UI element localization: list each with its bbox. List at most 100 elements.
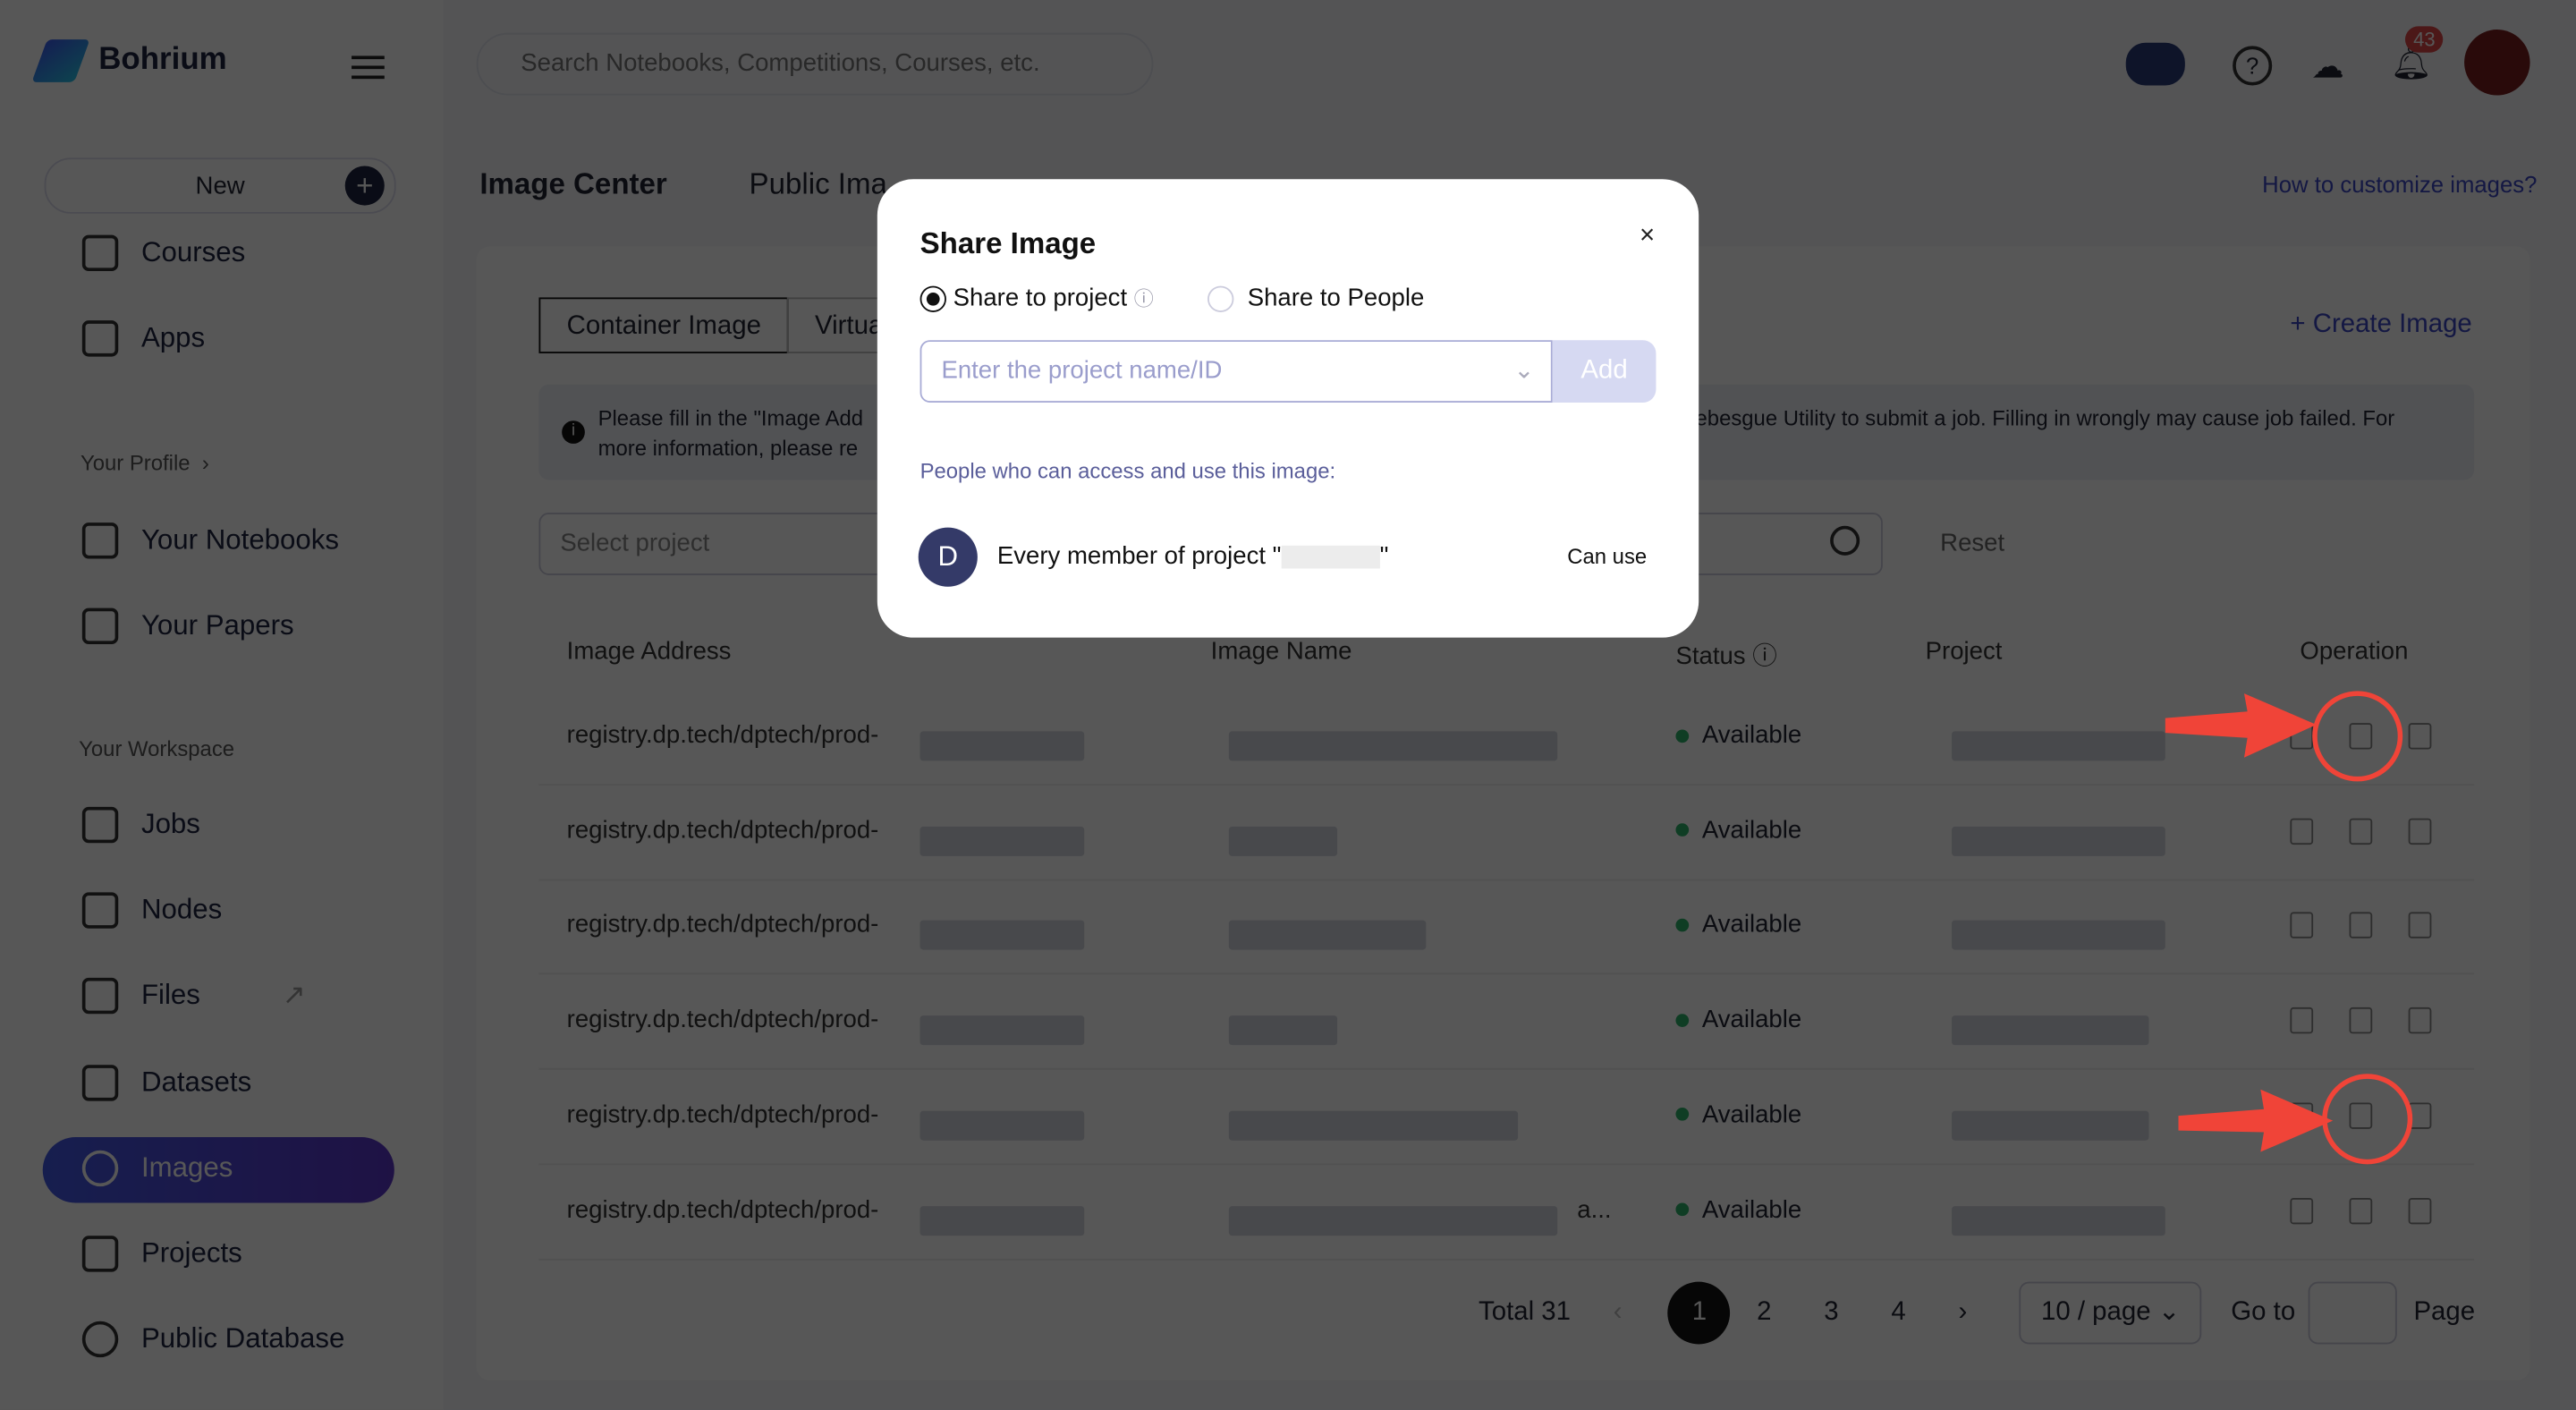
search-icon[interactable] (1830, 525, 1860, 556)
image-address: registry.dp.tech/dptech/prod- (566, 911, 879, 939)
delete-icon[interactable] (2408, 1197, 2432, 1224)
radio-share-to-project[interactable]: Share to project ⓘ (919, 285, 1154, 313)
new-label: New (195, 171, 245, 200)
your-profile-link[interactable]: Your Profile › (80, 450, 209, 475)
status-dot-icon (1675, 1108, 1690, 1122)
column-header: Project (1925, 637, 2003, 666)
redacted-project-name (1281, 545, 1380, 569)
reset-button[interactable]: Reset (1940, 529, 2004, 556)
share-icon[interactable] (2349, 723, 2373, 750)
permission-label[interactable]: Can use (1567, 544, 1647, 569)
monitor-icon (81, 1236, 119, 1272)
notice-text: more information, please re (597, 435, 859, 461)
page-2[interactable]: 2 (1757, 1298, 1771, 1328)
share-image-modal: Share Image × Share to project ⓘ Share t… (877, 179, 1699, 638)
share-icon[interactable] (2349, 913, 2373, 939)
sidebar-item-courses[interactable]: Courses (81, 234, 245, 272)
redacted-name (1228, 1015, 1338, 1046)
next-page-icon[interactable]: › (1959, 1298, 1968, 1328)
share-icon[interactable] (2349, 1007, 2373, 1034)
workspace-section-label: Your Workspace (79, 735, 235, 761)
redacted-project (1952, 1015, 2149, 1046)
table-row: registry.dp.tech/dptech/prod- Available (538, 784, 2475, 880)
add-button[interactable]: Add (1552, 340, 1657, 403)
share-icon[interactable] (2349, 1197, 2373, 1224)
delete-icon[interactable] (2408, 818, 2432, 845)
column-header: Status ⓘ (1675, 642, 1777, 671)
tab-image-center[interactable]: Image Center (479, 167, 666, 202)
sidebar-item-files[interactable]: Files ↗ (81, 977, 306, 1015)
redacted-project (1952, 1110, 2149, 1141)
detail-icon[interactable] (2290, 1102, 2314, 1129)
modal-title: Share Image (919, 226, 1097, 260)
sidebar-item-nodes[interactable]: Nodes (81, 892, 223, 929)
close-icon[interactable]: × (1640, 222, 1655, 251)
detail-icon[interactable] (2290, 723, 2314, 750)
sidebar-item-jobs[interactable]: Jobs (81, 806, 200, 844)
logo[interactable]: Bohrium (31, 39, 227, 82)
status-dot-icon (1675, 728, 1690, 743)
tab-public-images[interactable]: Public Ima (750, 167, 887, 202)
nodes-icon (81, 892, 119, 929)
sidebar-item-apps[interactable]: Apps (81, 320, 206, 357)
table-row: registry.dp.tech/dptech/prod- Available (538, 689, 2475, 786)
page-3[interactable]: 3 (1824, 1298, 1838, 1328)
detail-icon[interactable] (2290, 1197, 2314, 1224)
delete-icon[interactable] (2408, 1102, 2432, 1129)
customize-help-link[interactable]: How to customize images? (2262, 171, 2537, 197)
nav-label: Your Notebooks (140, 523, 340, 556)
page-1[interactable]: 1 (1667, 1281, 1731, 1345)
cloud-download-icon[interactable]: ☁ (2311, 46, 2344, 87)
avatar[interactable] (2464, 30, 2530, 96)
info-icon: i (562, 420, 585, 444)
radio-share-to-people[interactable]: Share to People (1207, 285, 1424, 313)
redacted-name (1228, 826, 1338, 856)
notice-text: ebesgue Utility to submit a job. Filling… (1695, 405, 2395, 431)
delete-icon[interactable] (2408, 913, 2432, 939)
detail-icon[interactable] (2290, 818, 2314, 845)
new-button[interactable]: New + (44, 157, 396, 214)
member-avatar: D (918, 527, 978, 587)
target-icon (81, 1321, 119, 1358)
nav-label: Nodes (140, 894, 223, 926)
delete-icon[interactable] (2408, 723, 2432, 750)
help-icon[interactable]: ? (2233, 46, 2273, 86)
detail-icon[interactable] (2290, 913, 2314, 939)
database-icon (81, 1065, 119, 1101)
hamburger-menu-icon[interactable] (352, 49, 385, 85)
sidebar-item-images[interactable]: Images (81, 1150, 233, 1187)
share-icon[interactable]: ↗ (283, 980, 306, 1013)
goto-page-input[interactable] (2308, 1281, 2398, 1345)
sidebar-item-datasets[interactable]: Datasets (81, 1065, 251, 1101)
redacted-address (919, 1110, 1085, 1141)
sidebar-item-notebooks[interactable]: Your Notebooks (81, 522, 340, 559)
share-icon[interactable] (2349, 818, 2373, 845)
sidebar-item-papers[interactable]: Your Papers (81, 607, 294, 644)
detail-icon[interactable] (2290, 1007, 2314, 1034)
delete-icon[interactable] (2408, 1007, 2432, 1034)
create-image-button[interactable]: + Create Image (2290, 310, 2471, 340)
status-badge: Available (1675, 1100, 1801, 1128)
cube-icon (81, 320, 119, 357)
status-badge: Available (1675, 1006, 1801, 1033)
page-4[interactable]: 4 (1891, 1298, 1905, 1328)
paper-icon (81, 607, 119, 644)
sidebar-item-projects[interactable]: Projects (81, 1236, 242, 1272)
page-label: Page (2413, 1298, 2476, 1327)
robot-assistant-icon[interactable] (2125, 42, 2185, 86)
project-select-input[interactable]: Enter the project name/ID ⌄ (919, 340, 1553, 403)
image-address: registry.dp.tech/dptech/prod- (566, 721, 879, 750)
redacted-address (919, 826, 1085, 856)
table-row: registry.dp.tech/dptech/prod- Available (538, 1068, 2475, 1165)
prev-page-icon[interactable]: ‹ (1614, 1298, 1623, 1328)
total-count: Total 31 (1479, 1298, 1571, 1327)
sidebar-item-public-database[interactable]: Public Database (81, 1321, 344, 1358)
page-size-select[interactable]: 10 / page ⌄ (2020, 1281, 2202, 1345)
table-row: registry.dp.tech/dptech/prod- a... Avail… (538, 1162, 2475, 1260)
segment-container-image[interactable]: Container Image (538, 297, 790, 353)
nav-label: Apps (140, 321, 206, 353)
radio-unchecked-icon (1207, 285, 1234, 313)
global-search-input[interactable]: Search Notebooks, Competitions, Courses,… (476, 32, 1154, 96)
share-icon[interactable] (2349, 1102, 2373, 1129)
notification-badge: 43 (2404, 26, 2444, 53)
